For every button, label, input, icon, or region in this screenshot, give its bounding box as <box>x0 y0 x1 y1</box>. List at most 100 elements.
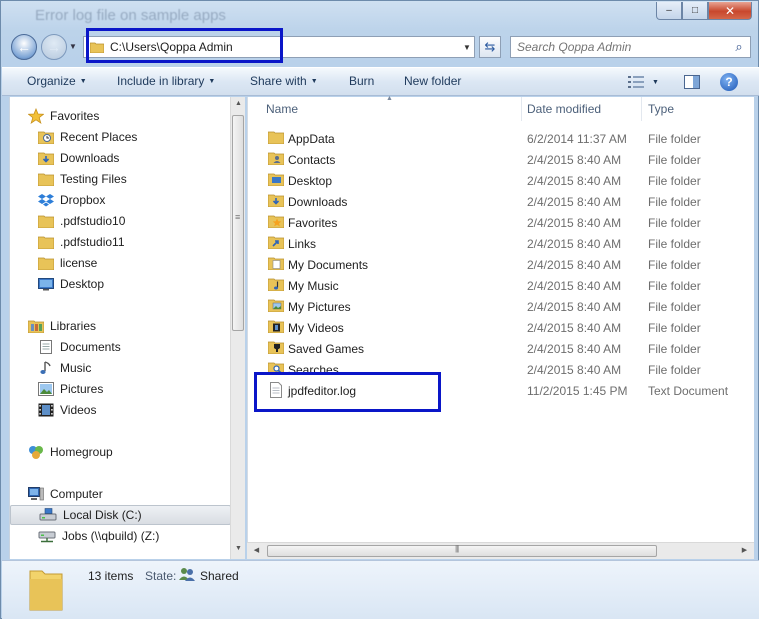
file-name: Favorites <box>288 216 338 230</box>
table-row[interactable]: Searches 2/4/2015 8:40 AM File folder <box>248 359 755 380</box>
sidebar-item-pdfstudio10[interactable]: .pdfstudio10 <box>38 211 259 231</box>
table-row[interactable]: My Documents 2/4/2015 8:40 AM File folde… <box>248 254 755 275</box>
forward-button[interactable]: → <box>41 34 67 60</box>
minimize-button[interactable]: – <box>656 2 682 20</box>
table-row[interactable]: Saved Games 2/4/2015 8:40 AM File folder <box>248 338 755 359</box>
sidebar-item-pictures[interactable]: Pictures <box>38 379 259 399</box>
file-type: File folder <box>648 279 701 293</box>
table-row[interactable]: Favorites 2/4/2015 8:40 AM File folder <box>248 212 755 233</box>
sidebar-item-label: Desktop <box>60 277 105 291</box>
column-divider[interactable] <box>641 97 642 121</box>
file-type: File folder <box>648 174 701 188</box>
sidebar-item-label: Downloads <box>60 151 120 165</box>
search-box[interactable]: ⌕ <box>510 36 751 58</box>
sidebar-item-recent-places[interactable]: Recent Places <box>38 127 259 147</box>
organize-label: Organize <box>27 74 76 88</box>
file-name: Contacts <box>288 153 336 167</box>
search-icon[interactable]: ⌕ <box>728 39 750 55</box>
scroll-down-arrow[interactable]: ▼ <box>231 545 246 552</box>
close-button[interactable]: ✕ <box>708 2 752 20</box>
sidebar-item-dropbox[interactable]: Dropbox <box>38 190 259 210</box>
column-header-type[interactable]: Type <box>648 102 674 116</box>
file-list: ▲ Name Date modified Type AppData 6/2/20… <box>247 95 755 559</box>
column-divider[interactable] <box>521 97 522 121</box>
sidebar-favorites-label: Favorites <box>50 109 100 123</box>
change-view-button[interactable]: ▼ <box>628 72 659 92</box>
sidebar-computer-label: Computer <box>50 487 103 501</box>
downloads-folder-icon <box>268 193 284 207</box>
burn-button[interactable]: Burn <box>349 74 374 88</box>
sidebar-libraries[interactable]: Libraries <box>28 316 249 336</box>
file-list-horizontal-scrollbar[interactable]: ◀ ▶ <box>247 542 754 559</box>
scrollbar-thumb[interactable] <box>267 544 657 557</box>
share-with-label: Share with <box>250 74 307 88</box>
back-button[interactable]: ← <box>11 34 37 60</box>
table-row[interactable]: AppData 6/2/2014 11:37 AM File folder <box>248 128 755 149</box>
sidebar-item-label: Local Disk (C:) <box>63 508 142 522</box>
refresh-button[interactable]: ⇆ <box>479 36 501 58</box>
share-with-menu[interactable]: Share with ▼ <box>250 74 318 88</box>
homegroup-icon <box>28 444 44 460</box>
sidebar-item-label: Dropbox <box>60 193 106 207</box>
sidebar-item-local-disk[interactable]: Local Disk (C:) <box>10 505 231 525</box>
network-drive-icon <box>38 529 56 543</box>
preview-pane-icon <box>684 75 700 89</box>
column-header-name[interactable]: Name <box>266 102 298 116</box>
file-date: 2/4/2015 8:40 AM <box>527 195 622 209</box>
sidebar-favorites[interactable]: Favorites <box>28 106 249 126</box>
file-type: File folder <box>648 321 701 335</box>
table-row[interactable]: jpdfeditor.log 11/2/2015 1:45 PM Text Do… <box>248 380 755 401</box>
file-type: File folder <box>648 195 701 209</box>
maximize-button[interactable]: □ <box>682 2 708 20</box>
address-path[interactable]: C:\Users\Qoppa Admin <box>110 40 460 54</box>
preview-pane-button[interactable] <box>684 72 700 92</box>
sidebar-item-license[interactable]: license <box>38 253 259 273</box>
table-row[interactable]: Contacts 2/4/2015 8:40 AM File folder <box>248 149 755 170</box>
table-row[interactable]: My Pictures 2/4/2015 8:40 AM File folder <box>248 296 755 317</box>
file-type: File folder <box>648 153 701 167</box>
sidebar-item-videos[interactable]: Videos <box>38 400 259 420</box>
table-row[interactable]: Links 2/4/2015 8:40 AM File folder <box>248 233 755 254</box>
pictures-folder-icon <box>268 298 284 312</box>
include-in-library-label: Include in library <box>117 74 205 88</box>
column-header-date[interactable]: Date modified <box>527 102 601 116</box>
scroll-right-arrow[interactable]: ▶ <box>737 546 752 554</box>
recent-pages-dropdown[interactable]: ▼ <box>69 42 77 51</box>
file-type: Text Document <box>648 384 729 398</box>
documents-icon <box>38 339 54 355</box>
include-in-library-menu[interactable]: Include in library ▼ <box>117 74 215 88</box>
file-type: File folder <box>648 300 701 314</box>
sidebar-computer[interactable]: Computer <box>28 484 249 504</box>
sidebar-item-documents[interactable]: Documents <box>38 337 259 357</box>
sidebar-item-music[interactable]: Music <box>38 358 259 378</box>
chevron-down-icon[interactable]: ▼ <box>652 79 659 86</box>
details-pane: 13 items State: Shared <box>2 560 759 619</box>
sidebar-item-label: Testing Files <box>60 172 127 186</box>
new-folder-button[interactable]: New folder <box>404 74 461 88</box>
help-icon: ? <box>720 73 738 91</box>
sidebar-item-label: Documents <box>60 340 121 354</box>
navigation-pane-scrollbar[interactable]: ▲ ▼ <box>230 97 245 559</box>
address-dropdown-arrow[interactable]: ▼ <box>460 43 474 52</box>
table-row[interactable]: Downloads 2/4/2015 8:40 AM File folder <box>248 191 755 212</box>
sidebar-homegroup[interactable]: Homegroup <box>28 442 249 462</box>
search-input[interactable] <box>517 40 728 54</box>
sidebar-item-downloads[interactable]: Downloads <box>38 148 259 168</box>
scroll-left-arrow[interactable]: ◀ <box>249 546 264 554</box>
desktop-folder-icon <box>268 172 284 186</box>
file-date: 2/4/2015 8:40 AM <box>527 279 622 293</box>
help-button[interactable]: ? <box>720 72 738 92</box>
scrollbar-thumb[interactable] <box>232 115 244 331</box>
table-row[interactable]: Desktop 2/4/2015 8:40 AM File folder <box>248 170 755 191</box>
sidebar-item-pdfstudio11[interactable]: .pdfstudio11 <box>38 232 259 252</box>
sidebar-item-desktop[interactable]: Desktop <box>38 274 259 294</box>
table-row[interactable]: My Videos 2/4/2015 8:40 AM File folder <box>248 317 755 338</box>
address-bar[interactable]: C:\Users\Qoppa Admin ▼ <box>83 36 475 58</box>
state-value: Shared <box>200 569 239 583</box>
organize-menu[interactable]: Organize ▼ <box>27 74 87 88</box>
table-row[interactable]: My Music 2/4/2015 8:40 AM File folder <box>248 275 755 296</box>
sidebar-item-testing-files[interactable]: Testing Files <box>38 169 259 189</box>
scroll-up-arrow[interactable]: ▲ <box>231 100 246 107</box>
sidebar-item-jobs-network-drive[interactable]: Jobs (\\qbuild) (Z:) <box>38 526 259 546</box>
sidebar-item-label: .pdfstudio11 <box>60 235 125 249</box>
